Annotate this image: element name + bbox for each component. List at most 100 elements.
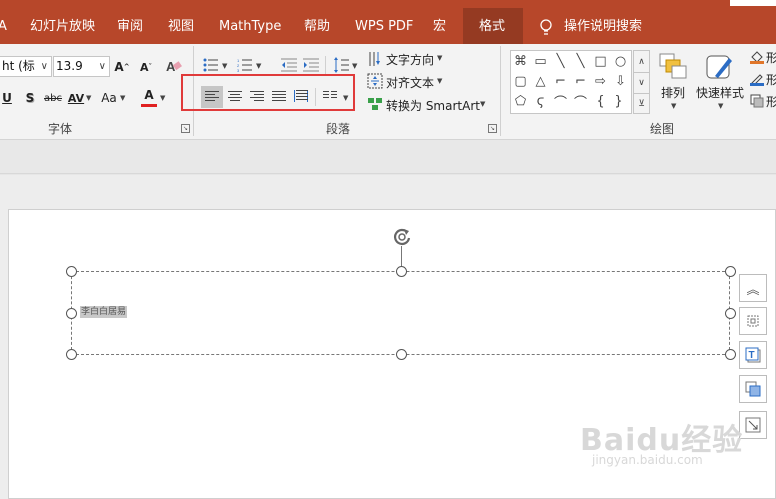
resize-handle-e[interactable] [725, 308, 736, 319]
convert-smartart-button[interactable]: 转换为 SmartArt [386, 97, 480, 114]
text-box-tool-icon[interactable]: T [739, 341, 767, 369]
shape-textbox-icon[interactable]: ⌘ [511, 52, 530, 70]
layout-options-icon[interactable] [739, 307, 767, 335]
shape-oval-icon[interactable]: ○ [611, 52, 630, 70]
font-name-combo[interactable]: ht (标 ∨ [0, 56, 52, 77]
shape-left-brace-icon[interactable]: { [591, 92, 610, 110]
shape-arrow-line-icon[interactable]: ╲ [571, 52, 590, 70]
tab-format[interactable]: 格式 [463, 8, 523, 44]
quick-styles-icon[interactable] [705, 52, 735, 84]
scroll-up-icon[interactable]: ∧ [634, 51, 649, 72]
arrange-button[interactable]: 排列 [661, 84, 685, 101]
menu-item-wps-pdf[interactable]: WPS PDF [355, 17, 413, 37]
align-text-icon[interactable] [367, 73, 383, 89]
scroll-down-icon[interactable]: ∨ [634, 72, 649, 93]
shape-outline-label[interactable]: 形 [766, 71, 776, 88]
shape-elbow-connector-icon[interactable]: ⌐ [551, 72, 570, 90]
change-case-button[interactable]: Aa [99, 87, 119, 109]
shape-scribble-icon[interactable]: ϛ [531, 92, 550, 110]
shape-right-arrow-icon[interactable]: ⇨ [591, 72, 610, 90]
chevron-down-icon[interactable]: ▼ [120, 94, 125, 102]
decrease-indent-icon[interactable] [281, 58, 297, 72]
chevron-down-icon[interactable]: ▼ [480, 100, 485, 108]
shape-down-arrow-icon[interactable]: ⇩ [611, 72, 630, 90]
align-left-button[interactable] [201, 86, 223, 108]
decrease-font-icon[interactable]: Aˇ [137, 56, 155, 78]
columns-button[interactable] [320, 86, 342, 108]
resize-handle-s[interactable] [396, 349, 407, 360]
justify-button[interactable] [268, 86, 290, 108]
resize-handle-se[interactable] [725, 349, 736, 360]
menu-item-review[interactable]: 审阅 [117, 17, 143, 37]
menu-item-macro[interactable]: 宏 [433, 17, 446, 37]
menu-item-help[interactable]: 帮助 [304, 17, 330, 37]
chevron-down-icon[interactable]: ▼ [343, 94, 348, 102]
strikethrough-button[interactable]: abc [42, 87, 64, 109]
resize-handle-nw[interactable] [66, 266, 77, 277]
text-direction-icon[interactable] [367, 51, 383, 67]
menu-item-slideshow[interactable]: 幻灯片放映 [30, 17, 95, 37]
underline-button[interactable]: U [0, 87, 14, 109]
shape-elbow-arrow-icon[interactable]: ⌐ [571, 72, 590, 90]
chevron-down-icon[interactable]: ∨ [41, 57, 48, 76]
text-direction-button[interactable]: 文字方向 [386, 51, 434, 68]
menu-item-mathtype[interactable]: MathType [219, 17, 281, 37]
shape-right-brace-icon[interactable]: } [609, 92, 628, 110]
shape-arc-icon[interactable]: ⌒ [551, 92, 570, 111]
shape-outline-icon[interactable] [750, 72, 764, 86]
shape-style-tool-icon[interactable] [739, 375, 767, 403]
shape-fill-label[interactable]: 形 [766, 49, 776, 66]
chevron-down-icon[interactable]: ▼ [256, 62, 261, 70]
arrange-icon[interactable] [658, 52, 688, 84]
shape-rounded-rect-icon[interactable]: ▢ [511, 72, 530, 90]
chevron-down-icon[interactable]: ▼ [222, 62, 227, 70]
align-text-button[interactable]: 对齐文本 [386, 74, 434, 91]
align-right-button[interactable] [246, 86, 268, 108]
resize-handle-sw[interactable] [66, 349, 77, 360]
selected-text[interactable]: 李白白居易 [80, 306, 128, 318]
shape-freeform-icon[interactable]: ⬠ [511, 92, 530, 110]
quick-styles-button[interactable]: 快速样式 [696, 84, 744, 101]
text-box[interactable] [71, 271, 730, 355]
increase-indent-icon[interactable] [303, 58, 319, 72]
font-size-combo[interactable]: 13.9 ∨ [53, 56, 110, 77]
shape-effects-label[interactable]: 形 [766, 93, 776, 110]
shape-line-icon[interactable]: ╲ [551, 52, 570, 70]
search-tell-me[interactable]: 操作说明搜索 [564, 17, 642, 37]
chevron-down-icon[interactable]: ▼ [160, 94, 165, 102]
resize-handle-w[interactable] [66, 308, 77, 319]
numbering-icon[interactable]: 1 2 3 [237, 58, 253, 72]
menu-item-view[interactable]: 视图 [168, 17, 194, 37]
resize-handle-n[interactable] [396, 266, 407, 277]
chevron-down-icon[interactable]: ▼ [352, 62, 357, 70]
chevron-down-icon[interactable]: ▼ [437, 54, 442, 62]
increase-font-icon[interactable]: A ^ [113, 56, 131, 78]
smartart-icon[interactable] [367, 96, 383, 112]
menu-item-truncated[interactable]: A [0, 17, 7, 37]
gallery-expand-icon[interactable]: ⊻ [634, 93, 649, 113]
font-dialog-launcher-icon[interactable]: ↘ [181, 124, 190, 133]
shape-rectangle-icon[interactable]: □ [591, 52, 610, 70]
paragraph-dialog-launcher-icon[interactable]: ↘ [488, 124, 497, 133]
line-spacing-icon[interactable] [333, 56, 349, 74]
shape-effects-icon[interactable] [750, 94, 764, 108]
chevron-down-icon[interactable]: ▼ [718, 102, 723, 110]
align-center-button[interactable] [224, 86, 246, 108]
shadow-button[interactable]: S [23, 87, 37, 109]
rotate-handle-icon[interactable] [391, 226, 413, 248]
shape-triangle-icon[interactable]: △ [531, 72, 550, 90]
shape-fill-icon[interactable] [750, 50, 764, 64]
distributed-button[interactable] [290, 86, 312, 108]
resize-handle-ne[interactable] [725, 266, 736, 277]
font-color-button[interactable]: A [141, 85, 157, 107]
clear-format-icon[interactable]: A [165, 57, 183, 75]
bullets-icon[interactable] [203, 58, 219, 72]
chevron-down-icon[interactable]: ∨ [99, 57, 106, 76]
shape-curve-icon[interactable]: ⌒ [571, 92, 590, 111]
shape-vertical-textbox-icon[interactable]: ▭ [531, 52, 550, 70]
chevron-down-icon[interactable]: ▼ [86, 94, 91, 102]
chevron-down-icon[interactable]: ▼ [671, 102, 676, 110]
collapse-panel-icon[interactable]: ︽ [739, 274, 767, 302]
chevron-down-icon[interactable]: ▼ [437, 77, 442, 85]
char-spacing-button[interactable]: AV [66, 87, 86, 109]
